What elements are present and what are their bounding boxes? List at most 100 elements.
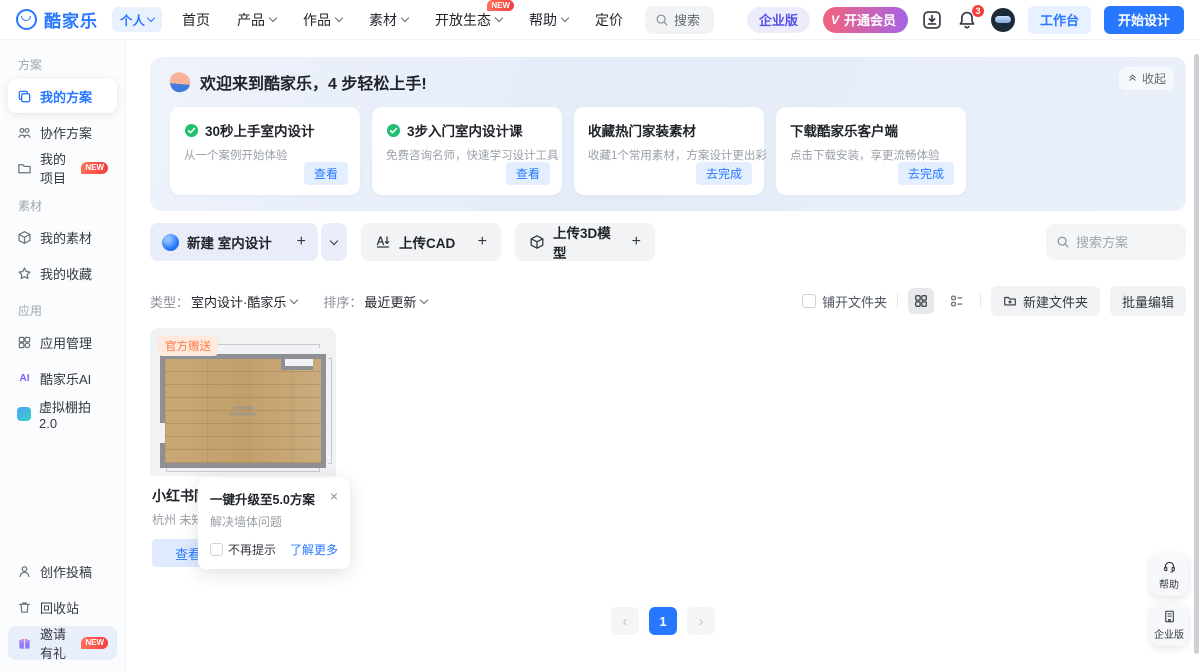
enterprise-edition-button[interactable]: 企业版 (747, 7, 810, 33)
help-float-button[interactable]: 帮助 (1150, 554, 1188, 596)
open-membership-button[interactable]: V 开通会员 (823, 7, 908, 33)
folder-plus-icon (1003, 294, 1017, 308)
task-card-download-client[interactable]: 下载酷家乐客户端 点击下载安装，享更流畅体验 去完成 (776, 107, 966, 195)
sidebar-item-app-management[interactable]: 应用管理 (8, 325, 117, 359)
design-sphere-icon (162, 234, 179, 251)
building-icon (1162, 609, 1177, 624)
start-design-button[interactable]: 开始设计 (1104, 6, 1184, 34)
next-page-button[interactable]: › (687, 607, 715, 635)
divider (980, 294, 981, 308)
sidebar-section-materials: 素材 (0, 187, 125, 220)
search-icon (655, 13, 669, 27)
new-badge: NEW (81, 637, 108, 649)
account-type-switcher[interactable]: 个人 (112, 7, 162, 32)
virtual-studio-icon (17, 407, 31, 421)
main-content: 欢迎来到酷家乐，4 步轻松上手! 收起 30秒上手室内设计 从一个案例开始体验 … (126, 40, 1200, 672)
task-card-quick-start[interactable]: 30秒上手室内设计 从一个案例开始体验 查看 (170, 107, 360, 195)
type-filter-select[interactable]: 室内设计·酷家乐 (191, 292, 297, 311)
chevron-down-icon (269, 14, 277, 22)
download-client-button[interactable] (921, 9, 943, 31)
enterprise-float-button[interactable]: 企业版 (1150, 604, 1188, 646)
workbench-button[interactable]: 工作台 (1028, 6, 1091, 34)
notification-count-badge: 3 (971, 4, 985, 18)
gift-icon (17, 636, 32, 651)
new-badge: NEW (487, 0, 514, 11)
new-design-dropdown-button[interactable] (321, 223, 347, 261)
sidebar-section-plans: 方案 (0, 46, 125, 79)
current-page-button[interactable]: 1 (649, 607, 677, 635)
prev-page-button[interactable]: ‹ (611, 607, 639, 635)
official-gift-badge: 官方赠送 (158, 336, 218, 356)
sidebar-item-my-projects[interactable]: 我的项目 NEW (8, 151, 117, 185)
task-action-button[interactable]: 查看 (304, 162, 348, 185)
new-badge: NEW (81, 162, 108, 174)
sort-filter-select[interactable]: 最近更新 (364, 292, 427, 311)
cube-icon (529, 234, 545, 250)
nav-open-ecosystem[interactable]: 开放生态NEW (435, 10, 502, 30)
user-avatar[interactable] (991, 8, 1015, 32)
creation-toolbar: 新建 室内设计 + 上传CAD + 上传3D模型 + (150, 223, 1186, 261)
dont-remind-checkbox[interactable] (210, 543, 223, 556)
floorplan-door-gap (160, 423, 165, 443)
collaboration-icon (17, 125, 32, 140)
design-plan-card: 官方赠送 小红书同款 杭州 未知小区 查看详情 投稿 ··· 一键升级至5.0方… (150, 328, 336, 567)
download-icon (921, 9, 943, 31)
chevron-down-icon (561, 14, 569, 22)
sidebar-item-kujiale-ai[interactable]: AI 酷家乐AI (8, 361, 117, 395)
tooltip-title: 一键升级至5.0方案 (210, 489, 315, 508)
sidebar-item-my-favorites[interactable]: 我的收藏 (8, 256, 117, 290)
list-view-icon (950, 294, 964, 308)
nav-works[interactable]: 作品 (303, 10, 342, 30)
task-card-favorite-materials[interactable]: 收藏热门家装素材 收藏1个常用素材，方案设计更出彩 去完成 (574, 107, 764, 195)
expand-folders-toggle[interactable]: 铺开文件夹 (802, 292, 887, 311)
dimension-line (166, 468, 320, 472)
task-card-design-course[interactable]: 3步入门室内设计课 免费咨询名师，快速学习设计工具 查看 (372, 107, 562, 195)
new-interior-design-button[interactable]: 新建 室内设计 + (150, 223, 318, 261)
apps-grid-icon (17, 335, 32, 350)
nav-materials[interactable]: 素材 (369, 10, 408, 30)
task-action-button[interactable]: 查看 (506, 162, 550, 185)
learn-more-link[interactable]: 了解更多 (290, 541, 338, 558)
chevron-down-icon (401, 14, 409, 22)
plan-thumbnail[interactable]: 官方赠送 (150, 328, 336, 476)
list-view-button[interactable] (944, 288, 970, 314)
task-action-button[interactable]: 去完成 (898, 162, 954, 185)
notifications-button[interactable]: 3 (956, 9, 978, 31)
star-icon (17, 266, 32, 281)
wave-hand-icon (168, 70, 192, 94)
grid-view-button[interactable] (908, 288, 934, 314)
global-search-button[interactable]: 搜索 (645, 6, 714, 34)
nav-home[interactable]: 首页 (182, 10, 210, 30)
kujiale-logo-icon (16, 9, 37, 30)
sidebar-item-creator-submission[interactable]: 创作投稿 (8, 554, 117, 588)
plan-search-box[interactable] (1046, 224, 1186, 260)
batch-edit-button[interactable]: 批量编辑 (1110, 286, 1186, 316)
scrollbar-thumb[interactable] (1194, 54, 1199, 654)
kujiale-logo[interactable]: 酷家乐 (16, 7, 98, 32)
nav-help[interactable]: 帮助 (529, 10, 568, 30)
dont-remind-toggle[interactable]: 不再提示 (210, 541, 276, 558)
expand-folders-checkbox[interactable] (802, 294, 816, 308)
plan-search-input[interactable] (1076, 235, 1176, 250)
nav-products[interactable]: 产品 (237, 10, 276, 30)
sidebar-item-virtual-studio[interactable]: 虚拟棚拍2.0 (8, 397, 117, 431)
sidebar-item-my-plans[interactable]: 我的方案 (8, 79, 117, 113)
sidebar-item-collab-plans[interactable]: 协作方案 (8, 115, 117, 149)
plans-icon (17, 89, 32, 104)
floorplan-image (160, 354, 326, 468)
upload-cad-button[interactable]: 上传CAD + (361, 223, 501, 261)
task-action-button[interactable]: 去完成 (696, 162, 752, 185)
folder-icon (17, 161, 32, 176)
collapse-banner-button[interactable]: 收起 (1119, 67, 1174, 90)
new-folder-button[interactable]: 新建文件夹 (991, 286, 1100, 316)
upload-3d-model-button[interactable]: 上传3D模型 + (515, 223, 655, 261)
headset-icon (1162, 559, 1177, 574)
dimension-line (328, 358, 332, 464)
top-navigation-bar: 酷家乐 个人 首页 产品 作品 素材 开放生态NEW 帮助 定价 搜索 企业版 … (0, 0, 1200, 40)
sidebar-item-my-materials[interactable]: 我的素材 (8, 220, 117, 254)
close-icon[interactable]: × (330, 489, 338, 503)
chevron-down-icon (330, 236, 338, 244)
sidebar-item-recycle-bin[interactable]: 回收站 (8, 590, 117, 624)
nav-pricing[interactable]: 定价 (595, 10, 623, 30)
sidebar-item-invite-rewards[interactable]: 邀请有礼 NEW (8, 626, 117, 660)
